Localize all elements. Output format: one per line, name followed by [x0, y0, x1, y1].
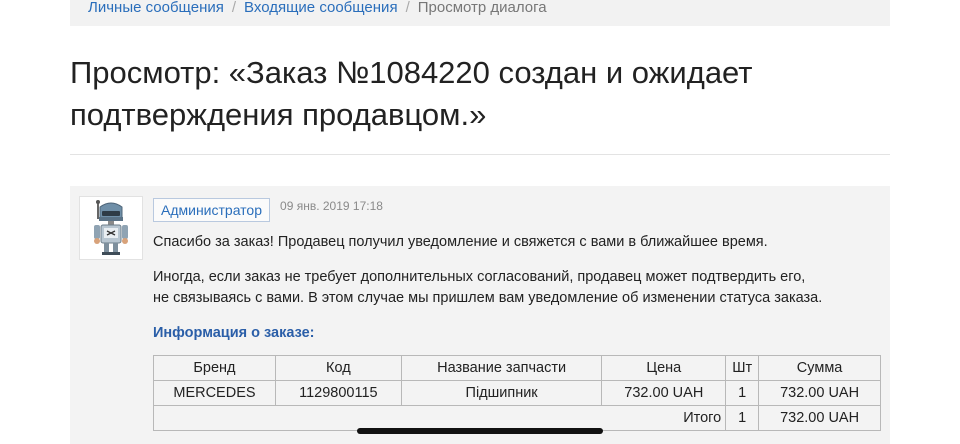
cell-sum: 732.00 UAH	[758, 380, 881, 406]
home-indicator[interactable]	[357, 428, 603, 434]
total-label: Итого	[152, 405, 727, 431]
breadcrumb-link-inbox[interactable]: Входящие сообщения	[244, 0, 398, 16]
message-paragraph-1: Спасибо за заказ! Продавец получил уведо…	[153, 234, 768, 250]
robot-avatar-icon	[79, 196, 143, 260]
total-qty: 1	[725, 405, 760, 431]
message-paragraph-2-line-2: не связываясь с вами. В этом случае мы п…	[153, 290, 823, 306]
order-info-heading: Информация о заказе:	[153, 325, 315, 341]
message-header: Администратор 09 янв. 2019 17:18	[153, 198, 383, 222]
table-total-row: Итого 1 732.00 UAH	[152, 405, 881, 431]
cell-code: 1129800115	[274, 380, 402, 406]
breadcrumb-current: Просмотр диалога	[417, 0, 547, 16]
message-paragraph-2-line-1: Иногда, если заказ не требует дополнител…	[153, 269, 806, 285]
cell-qty: 1	[725, 380, 760, 406]
column-header-qty: Шт	[725, 355, 760, 381]
table-row: MERCEDES 1129800115 Підшипник 732.00 UAH…	[153, 380, 881, 406]
column-header-code: Код	[274, 355, 402, 381]
total-sum: 732.00 UAH	[758, 405, 881, 431]
page-title: Просмотр: «Заказ №1084220 создан и ожида…	[70, 52, 890, 136]
column-header-part-name: Название запчасти	[400, 355, 603, 381]
table-header-row: Бренд Код Название запчасти Цена Шт Сумм…	[153, 355, 881, 381]
message-paragraph-2: Иногда, если заказ не требует дополнител…	[153, 267, 878, 309]
message-date: 09 янв. 2019 17:18	[280, 199, 383, 213]
cell-price: 732.00 UAH	[601, 380, 727, 406]
cell-part-name: Підшипник	[400, 380, 603, 406]
breadcrumb-separator: /	[405, 0, 410, 16]
page-title-line-1: Просмотр: «Заказ №1084220 создан и ожида…	[70, 55, 753, 90]
order-table: Бренд Код Название запчасти Цена Шт Сумм…	[152, 355, 881, 431]
column-header-sum: Сумма	[758, 355, 881, 381]
breadcrumb-link-personal-messages[interactable]: Личные сообщения	[88, 0, 224, 16]
title-divider	[70, 154, 890, 155]
author-badge[interactable]: Администратор	[153, 198, 271, 222]
column-header-brand: Бренд	[153, 355, 276, 381]
message-body: Спасибо за заказ! Продавец получил уведо…	[152, 232, 881, 431]
message-panel: Администратор 09 янв. 2019 17:18 Спасибо…	[70, 186, 890, 444]
cell-brand: MERCEDES	[153, 380, 276, 406]
breadcrumb: Личные сообщения / Входящие сообщения / …	[70, 0, 890, 26]
page-title-line-2: подтверждения продавцом.»	[70, 97, 487, 132]
column-header-price: Цена	[601, 355, 727, 381]
breadcrumb-separator: /	[231, 0, 237, 16]
